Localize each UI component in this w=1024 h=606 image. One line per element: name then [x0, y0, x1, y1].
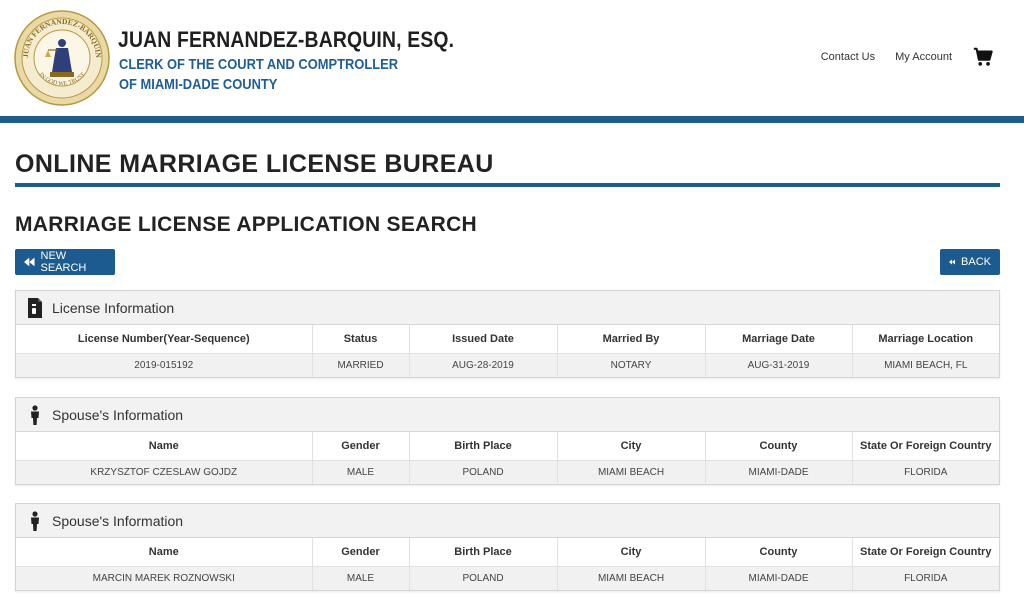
column-header: State Or Foreign Country	[852, 538, 999, 567]
city-cell: MIAMI BEACH	[557, 460, 706, 484]
state-country-cell: FLORIDA	[852, 460, 999, 484]
name-cell: KRZYSZTOF CZESLAW GOJDZ	[16, 460, 313, 484]
column-header: Name	[16, 432, 313, 461]
spouse-table: Name Gender Birth Place City County Stat…	[16, 538, 999, 590]
page-title: MARRIAGE LICENSE APPLICATION SEARCH	[15, 213, 478, 236]
gender-cell: MALE	[312, 566, 410, 590]
column-header: Marriage Location	[852, 325, 999, 354]
bureau-title-rule	[15, 183, 1000, 187]
person-icon	[31, 404, 39, 425]
column-header: Name	[16, 538, 313, 567]
back-label: BACK	[961, 256, 991, 268]
top-nav: Contact Us My Account	[801, 46, 994, 68]
clerk-name: JUAN FERNANDEZ-BARQUIN, ESQ.	[118, 27, 455, 52]
license-panel-title: License Information	[52, 299, 175, 316]
table-header-row: Name Gender Birth Place City County Stat…	[16, 538, 999, 567]
person-icon	[31, 510, 39, 531]
table-row: MARCIN MAREK ROZNOWSKI MALE POLAND MIAMI…	[16, 566, 999, 590]
column-header: License Number(Year-Sequence)	[16, 325, 313, 354]
spouse-information-panel: Spouse's Information Name Gender Birth P…	[15, 503, 1000, 591]
column-header: Birth Place	[409, 432, 558, 461]
spouse-panel-title: Spouse's Information	[52, 406, 184, 423]
column-header: State Or Foreign Country	[852, 432, 999, 461]
clerk-title-line2: OF MIAMI-DADE COUNTY	[119, 76, 278, 93]
status-cell: MARRIED	[312, 353, 410, 377]
column-header: Issued Date	[409, 325, 558, 354]
city-cell: MIAMI BEACH	[557, 566, 706, 590]
state-country-cell: FLORIDA	[852, 566, 999, 590]
issued-date-cell: AUG-28-2019	[409, 353, 558, 377]
spouse-panel-header: Spouse's Information	[16, 504, 999, 538]
table-header-row: License Number(Year-Sequence) Status Iss…	[16, 325, 999, 354]
bureau-title: ONLINE MARRIAGE LICENSE BUREAU	[15, 150, 494, 178]
rewind-icon	[949, 259, 956, 265]
column-header: Marriage Date	[705, 325, 853, 354]
marriage-date-cell: AUG-31-2019	[705, 353, 853, 377]
table-row: 2019-015192 MARRIED AUG-28-2019 NOTARY A…	[16, 353, 999, 377]
column-header: Birth Place	[409, 538, 558, 567]
county-cell: MIAMI-DADE	[705, 460, 853, 484]
license-table: License Number(Year-Sequence) Status Iss…	[16, 325, 999, 377]
table-row: KRZYSZTOF CZESLAW GOJDZ MALE POLAND MIAM…	[16, 460, 999, 484]
column-header: Status	[312, 325, 410, 354]
column-header: Gender	[312, 432, 410, 461]
spouse-panel-title: Spouse's Information	[52, 512, 184, 529]
new-search-label: NEW SEARCH	[40, 250, 87, 274]
column-header: Gender	[312, 538, 410, 567]
shopping-cart-icon[interactable]	[972, 46, 994, 68]
married-by-cell: NOTARY	[557, 353, 706, 377]
gender-cell: MALE	[312, 460, 410, 484]
rewind-icon	[24, 257, 35, 267]
license-information-panel: License Information License Number(Year-…	[15, 290, 1000, 378]
column-header: City	[557, 432, 706, 461]
county-cell: MIAMI-DADE	[705, 566, 853, 590]
name-cell: MARCIN MAREK ROZNOWSKI	[16, 566, 313, 590]
column-header: Married By	[557, 325, 706, 354]
column-header: County	[705, 432, 853, 461]
spouse-information-panel: Spouse's Information Name Gender Birth P…	[15, 397, 1000, 485]
birth-place-cell: POLAND	[409, 460, 558, 484]
my-account-link[interactable]: My Account	[895, 51, 952, 63]
table-header-row: Name Gender Birth Place City County Stat…	[16, 432, 999, 461]
license-panel-header: License Information	[16, 291, 999, 325]
column-header: County	[705, 538, 853, 567]
birth-place-cell: POLAND	[409, 566, 558, 590]
new-search-button[interactable]: NEW SEARCH	[15, 249, 115, 275]
clerk-title-line1: CLERK OF THE COURT AND COMPTROLLER	[119, 56, 399, 73]
contact-us-link[interactable]: Contact Us	[821, 51, 875, 63]
license-number-cell: 2019-015192	[16, 353, 313, 377]
spouse-table: Name Gender Birth Place City County Stat…	[16, 432, 999, 484]
spouse-panel-header: Spouse's Information	[16, 398, 999, 432]
marriage-location-cell: MIAMI BEACH, FL	[852, 353, 999, 377]
county-seal-logo[interactable]: JUAN FERNANDEZ-BARQUIN IN GOD WE TRUST	[14, 10, 110, 106]
site-header: JUAN FERNANDEZ-BARQUIN IN GOD WE TRUST J…	[0, 0, 1024, 116]
column-header: City	[557, 538, 706, 567]
header-divider-bar	[0, 116, 1024, 123]
document-icon	[28, 297, 42, 318]
clerk-title: CLERK OF THE COURT AND COMPTROLLER OF MI…	[119, 55, 398, 95]
back-button[interactable]: BACK	[940, 249, 1000, 275]
